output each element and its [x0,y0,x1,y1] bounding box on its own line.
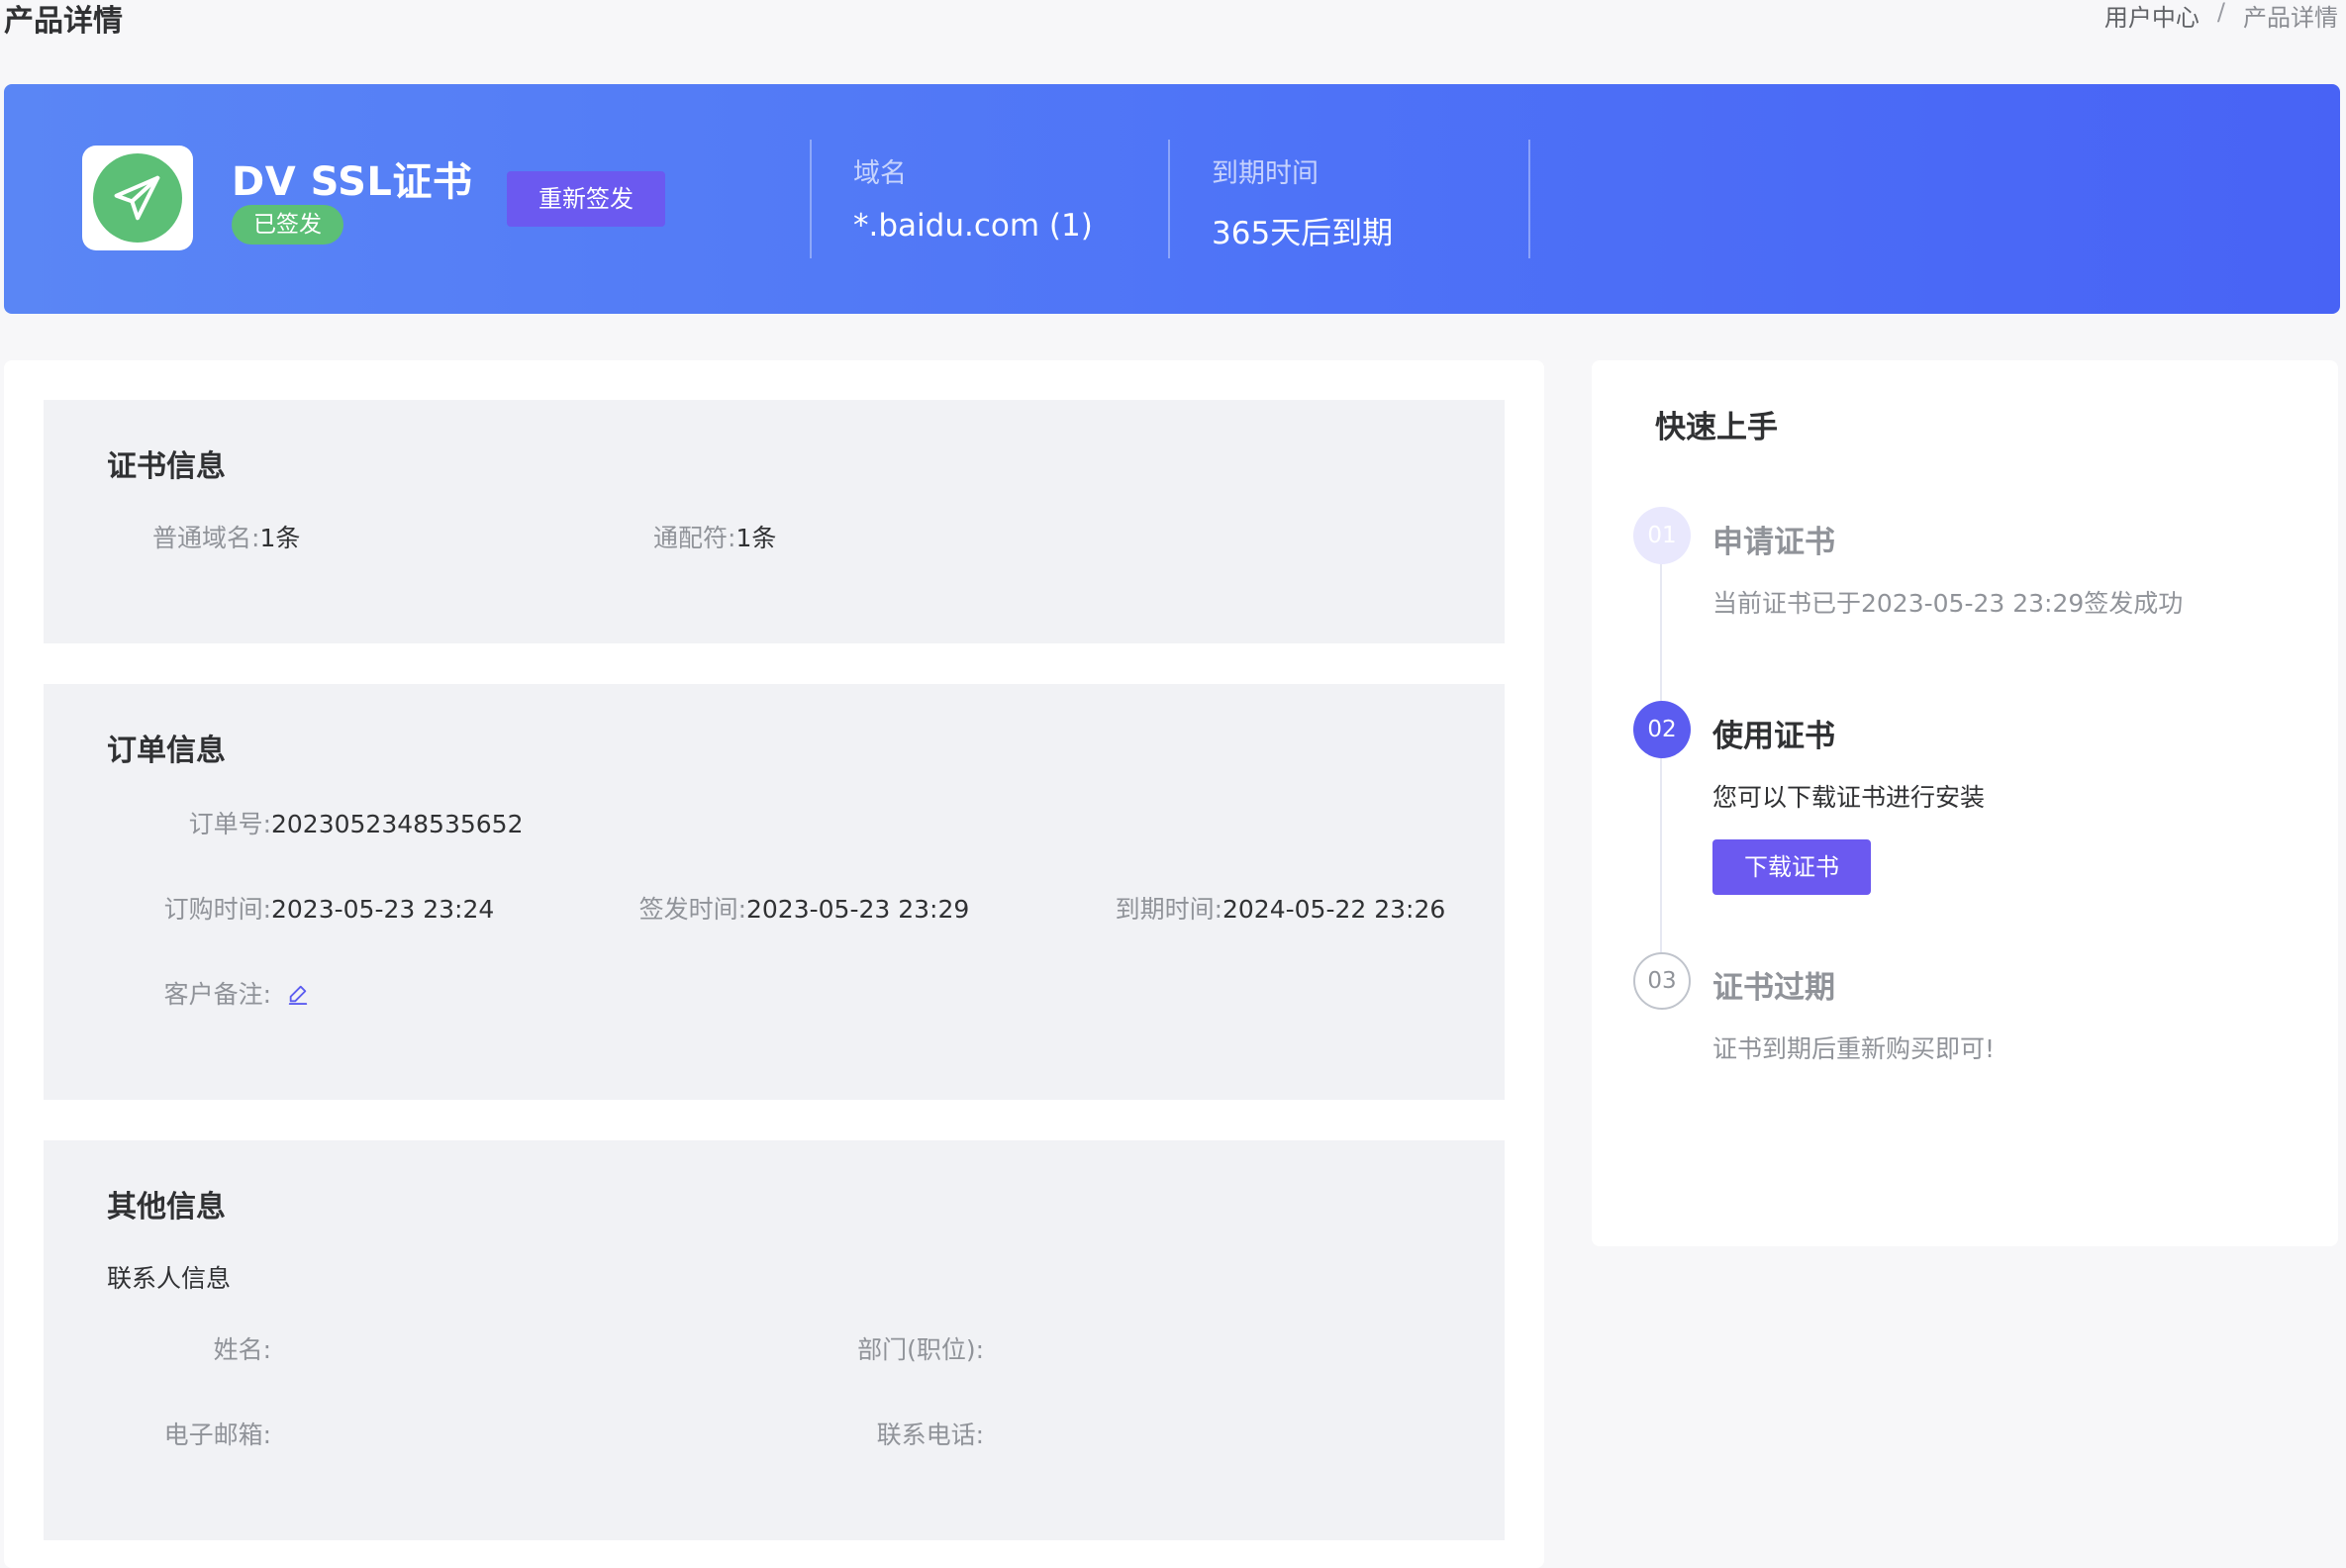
field-label: 联系电话: [876,1421,984,1449]
product-name: DV SSL证书 [232,159,473,205]
field-label: 姓名: [213,1335,271,1364]
divider [810,140,812,258]
product-banner: DV SSL证书 已签发 重新签发 域名 *.baidu.com (1) 到期时… [4,84,2340,314]
expiry-info: 到期时间 365天后到期 [1212,151,1393,252]
wildcard-field: 通配符:1条 [653,519,776,554]
order-no-field: 订单号:2023052348535652 [152,805,524,840]
breadcrumb-current: 产品详情 [2243,4,2338,32]
step-title-2: 使用证书 [1712,719,1835,754]
reissue-button[interactable]: 重新签发 [507,171,665,227]
field-label: 订购时间: [163,895,271,924]
download-cert-button[interactable]: 下载证书 [1712,839,1871,895]
step-desc-1: 当前证书已于2023-05-23 23:29签发成功 [1712,589,2184,618]
section-title: 证书信息 [107,449,226,484]
field-label: 电子邮箱: [163,1421,271,1449]
order-info-section: 订单信息 订单号:2023052348535652 订购时间:2023-05-2… [44,684,1505,1100]
step-number-1: 01 [1633,507,1691,564]
expire-time-field: 到期时间:2024-05-22 23:26 [1104,890,1446,926]
detail-panel: 证书信息 普通域名:1条 通配符:1条 订单信息 订单号:20230523485… [4,360,1544,1568]
domain-label: 域名 [853,158,907,189]
normal-domain-field: 普通域名:1条 [152,519,300,554]
contact-email-field: 电子邮箱: [152,1416,271,1451]
paper-plane-icon [93,153,182,243]
field-label: 订单号: [188,810,271,838]
field-value: 2023-05-23 23:29 [746,895,970,924]
step-title-3: 证书过期 [1712,970,1835,1006]
issue-time-field: 签发时间:2023-05-23 23:29 [628,890,970,926]
status-badge: 已签发 [232,205,343,245]
field-label: 客户备注: [163,980,271,1009]
order-time-field: 订购时间:2023-05-23 23:24 [152,890,495,926]
breadcrumb-link-user-center[interactable]: 用户中心 [2104,0,2199,33]
step-desc-3: 证书到期后重新购买即可! [1712,1034,1996,1063]
domain-value: *.baidu.com (1) [853,208,1093,244]
contact-name-field: 姓名: [152,1330,271,1366]
step-desc-2: 您可以下载证书进行安装 [1712,783,1986,812]
field-value: 2024-05-22 23:26 [1222,895,1446,924]
field-value: 1条 [259,524,301,552]
expiry-label: 到期时间 [1212,158,1319,189]
section-title: 其他信息 [107,1190,226,1225]
field-label: 签发时间: [638,895,746,924]
step-number-2: 02 [1633,701,1691,758]
product-logo [82,146,193,250]
field-label: 普通域名: [152,524,260,552]
breadcrumb-separator: / [2216,0,2225,26]
field-value: 2023052348535652 [271,810,524,838]
step-title-1: 申请证书 [1712,525,1835,560]
other-info-section: 其他信息 联系人信息 姓名: 部门(职位): 电子邮箱: 联系电话: [44,1140,1505,1540]
cert-info-section: 证书信息 普通域名:1条 通配符:1条 [44,400,1505,643]
step-number-3: 03 [1633,952,1691,1010]
expiry-value: 365天后到期 [1212,216,1394,251]
contact-dept-field: 部门(职位): [826,1330,984,1366]
quick-start-title: 快速上手 [1655,410,1778,445]
divider [1168,140,1170,258]
remark-field: 客户备注: [152,975,309,1011]
field-label: 部门(职位): [857,1335,984,1364]
domain-info: 域名 *.baidu.com (1) [853,151,1093,244]
field-label: 通配符: [653,524,736,552]
section-title: 订单信息 [107,734,226,768]
contact-info-label: 联系人信息 [107,1264,232,1293]
contact-phone-field: 联系电话: [826,1416,984,1451]
breadcrumb: 用户中心 / 产品详情 [2104,0,2338,33]
quick-start-panel: 快速上手 01 申请证书 当前证书已于2023-05-23 23:29签发成功 … [1592,360,2338,1246]
divider [1528,140,1530,258]
field-label: 到期时间: [1115,895,1222,924]
field-value: 1条 [735,524,777,552]
edit-icon[interactable] [287,982,309,1011]
page-title: 产品详情 [4,4,123,39]
field-value: 2023-05-23 23:24 [271,895,495,924]
